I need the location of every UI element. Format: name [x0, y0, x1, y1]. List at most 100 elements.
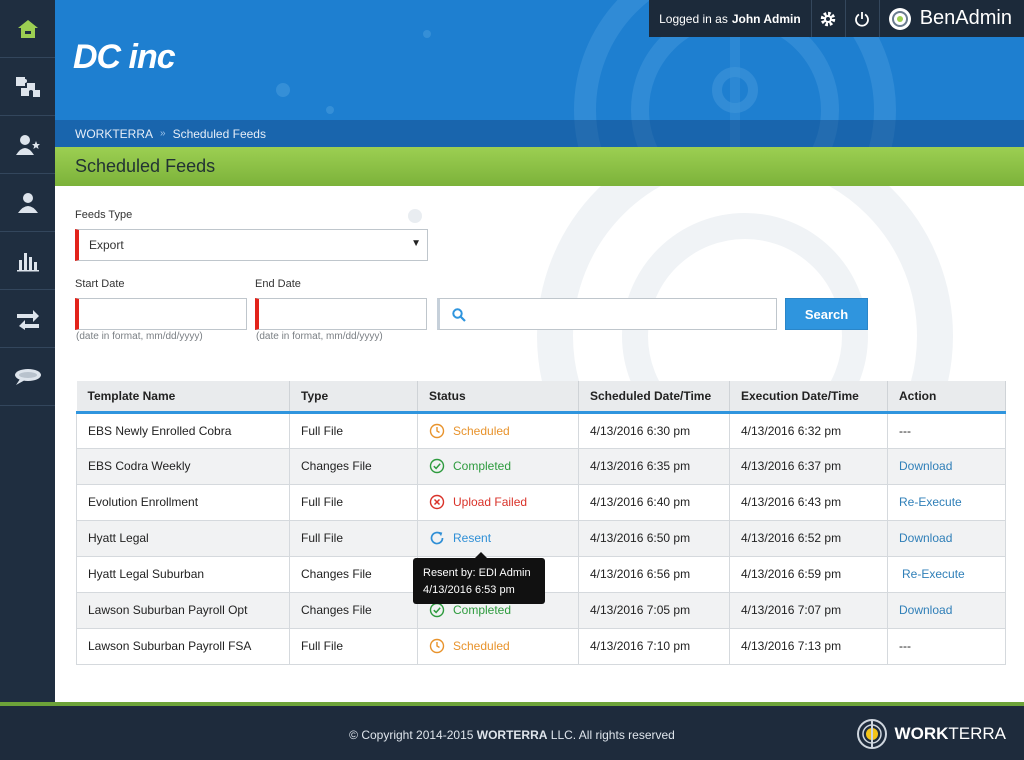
download-link[interactable]: Download — [899, 603, 952, 617]
sidebar — [0, 0, 55, 702]
download-link[interactable]: Download — [899, 459, 952, 473]
status-text: Completed — [453, 603, 512, 617]
clock-icon — [429, 423, 445, 438]
column-header-scheduled[interactable]: Scheduled Date/Time — [578, 381, 730, 414]
action-cell: Download — [887, 591, 1006, 629]
sidebar-item-user[interactable] — [0, 174, 55, 232]
feed-type: Full File — [289, 627, 418, 665]
feeds-type-select[interactable]: Export ▼ — [75, 229, 428, 261]
template-name: Lawson Suburban Payroll FSA — [76, 627, 290, 665]
login-prefix: Logged in as — [659, 11, 728, 26]
status-cell: Upload Failed — [417, 483, 579, 521]
sidebar-item-reports[interactable] — [0, 232, 55, 290]
scheduled-datetime: 4/13/2016 6:40 pm — [578, 483, 730, 521]
execution-datetime: 4/13/2016 6:37 pm — [729, 447, 888, 485]
x-circle-icon — [429, 494, 445, 510]
benadmin-logo-icon — [888, 7, 911, 30]
caret-down-icon: ▼ — [411, 238, 421, 249]
feed-type: Full File — [289, 483, 418, 521]
sidebar-item-chat[interactable] — [0, 348, 55, 406]
status-badge: Completed — [429, 458, 578, 474]
end-date-input[interactable] — [255, 298, 427, 330]
scheduled-datetime: 4/13/2016 7:10 pm — [578, 627, 730, 665]
action-none: --- — [887, 627, 1006, 665]
execution-datetime: 4/13/2016 6:32 pm — [729, 411, 888, 449]
feeds-type-value: Export — [89, 238, 124, 252]
user-icon — [17, 192, 38, 213]
breadcrumb-item-workterra[interactable]: WORKTERRA — [75, 127, 153, 141]
search-button[interactable]: Search — [785, 298, 868, 330]
status-text: Completed — [453, 459, 512, 473]
end-date-hint: (date in format, mm/dd/yyyy) — [256, 331, 383, 342]
brand-name: BenAdmin — [919, 7, 1012, 29]
feed-type: Changes File — [289, 591, 418, 629]
bar-chart-icon — [16, 252, 39, 271]
feed-type: Full File — [289, 519, 418, 557]
table-row: EBS Newly Enrolled Cobra Full File Sched… — [76, 411, 1006, 449]
status-badge: Completed — [429, 602, 578, 618]
action-cell: Download — [887, 519, 1006, 557]
scheduled-feeds-table: Template Name Type Status Scheduled Date… — [76, 381, 1006, 665]
page-title: Scheduled Feeds — [75, 156, 216, 176]
template-name: Hyatt Legal Suburban — [76, 555, 290, 593]
benadmin-brand: BenAdmin — [880, 0, 1024, 37]
sidebar-item-user-star[interactable] — [0, 116, 55, 174]
workterra-logo-icon — [856, 719, 887, 749]
table-header-row: Template Name Type Status Scheduled Date… — [76, 381, 1006, 414]
top-user-bar: Logged in as John Admin BenAdmin — [649, 0, 1024, 37]
column-header-type[interactable]: Type — [289, 381, 418, 414]
breadcrumb-item-scheduled-feeds: Scheduled Feeds — [172, 126, 266, 141]
template-name: Evolution Enrollment — [76, 483, 290, 521]
home-icon — [17, 19, 38, 38]
copyright-brand: WORTERRA — [476, 728, 548, 742]
page-title-bar: Scheduled Feeds — [55, 147, 1024, 186]
status-badge: Scheduled — [429, 423, 578, 439]
action-cell: Re-Execute — [887, 483, 1006, 521]
settings-button[interactable] — [812, 0, 846, 37]
status-text[interactable]: Resent — [453, 531, 491, 545]
start-date-input[interactable] — [75, 298, 247, 330]
execution-datetime: 4/13/2016 7:13 pm — [729, 627, 888, 665]
column-header-action: Action — [887, 381, 1006, 414]
download-link[interactable]: Download — [899, 531, 952, 545]
column-header-execution[interactable]: Execution Date/Time — [729, 381, 888, 414]
table-row: Hyatt Legal Full File Resent 4/13/2016 6… — [76, 519, 1006, 557]
check-circle-icon — [429, 458, 445, 474]
sidebar-item-home[interactable] — [0, 0, 55, 58]
chat-bubbles-icon — [14, 368, 41, 385]
status-cell: Scheduled — [417, 627, 579, 665]
login-status: Logged in as John Admin — [649, 0, 812, 37]
action-none: --- — [887, 411, 1006, 449]
sidebar-item-puzzle[interactable] — [0, 58, 55, 116]
copyright-suffix: LLC. All rights reserved — [550, 728, 675, 742]
logo-text-light: TERRA — [948, 724, 1006, 743]
scheduled-datetime: 4/13/2016 6:30 pm — [578, 411, 730, 449]
execution-datetime: 4/13/2016 6:52 pm — [729, 519, 888, 557]
action-cell: Download — [887, 447, 1006, 485]
re-execute-link[interactable]: Re-Execute — [902, 567, 965, 581]
execution-datetime: 4/13/2016 6:43 pm — [729, 483, 888, 521]
search-icon — [452, 308, 466, 322]
breadcrumb-separator: » — [160, 128, 166, 139]
workterra-logo: WORK TERRA — [856, 718, 1006, 750]
power-icon — [855, 11, 870, 27]
start-date-label: Start Date — [75, 278, 125, 290]
column-header-template-name[interactable]: Template Name — [76, 381, 290, 414]
refresh-icon — [430, 531, 444, 545]
search-input[interactable] — [437, 298, 777, 330]
scheduled-datetime: 4/13/2016 6:50 pm — [578, 519, 730, 557]
re-execute-link[interactable]: Re-Execute — [899, 495, 962, 509]
tooltip-resent-by: Resent by: EDI Admin — [423, 567, 531, 579]
end-date-label: End Date — [255, 278, 301, 290]
logout-button[interactable] — [846, 0, 880, 37]
footer: © Copyright 2014-2015 WORTERRA LLC. All … — [0, 702, 1024, 760]
status-badge[interactable]: Resent — [429, 530, 578, 546]
transfer-arrows-icon — [16, 309, 39, 330]
sidebar-item-transfer[interactable] — [0, 290, 55, 348]
status-text: Scheduled — [453, 423, 510, 438]
status-cell: Completed — [417, 447, 579, 485]
column-header-status[interactable]: Status — [417, 381, 579, 414]
status-badge: Upload Failed — [429, 494, 578, 510]
feed-type: Changes File — [289, 447, 418, 485]
table-row: EBS Codra Weekly Changes File Completed … — [76, 447, 1006, 485]
